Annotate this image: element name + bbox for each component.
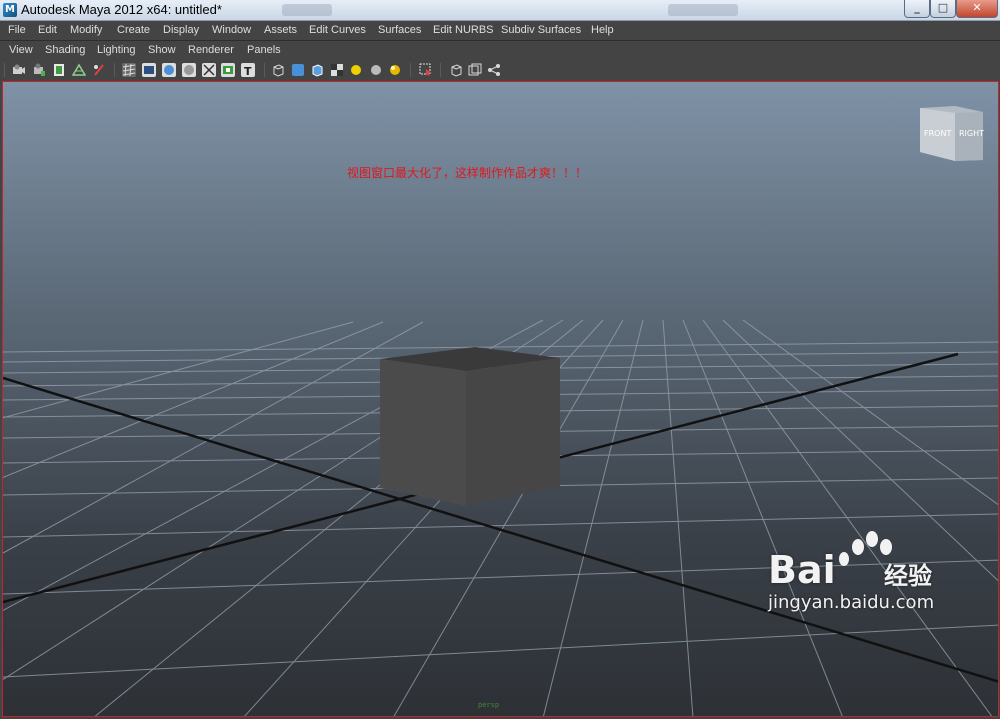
menu-edit-curves[interactable]: Edit Curves — [309, 24, 366, 36]
baidu-brand-text: Bai — [768, 548, 836, 592]
panel-menu-panels[interactable]: Panels — [247, 44, 281, 56]
camera-name-label: persp — [478, 701, 500, 709]
isolate-select-icon[interactable] — [419, 63, 433, 77]
panel-menu-bar: View Shading Lighting Show Renderer Pane… — [0, 41, 1000, 60]
resolution-gate-icon[interactable] — [162, 63, 176, 77]
main-menu-bar: File Edit Modify Create Display Window A… — [0, 21, 1000, 41]
wireframe-icon[interactable] — [271, 63, 285, 77]
watermark-url: jingyan.baidu.com — [768, 592, 935, 613]
minimize-button[interactable]: _ — [904, 0, 930, 18]
toolbar-separator — [410, 63, 411, 77]
xray-joints-icon[interactable] — [468, 63, 482, 77]
all-lights-icon[interactable] — [388, 63, 402, 77]
menu-modify[interactable]: Modify — [70, 24, 102, 36]
grid-icon[interactable] — [122, 63, 136, 77]
textured-icon[interactable] — [330, 63, 344, 77]
image-plane-icon[interactable] — [52, 63, 66, 77]
svg-text:T: T — [244, 65, 252, 77]
maya-app-icon[interactable]: M — [3, 3, 17, 17]
window-title: Autodesk Maya 2012 x64: untitled* — [21, 2, 222, 17]
close-button[interactable]: ✕ — [956, 0, 998, 18]
view-cube[interactable]: FRONT RIGHT — [920, 106, 984, 161]
baidu-jingyan-text: 经验 — [884, 562, 932, 590]
smooth-shade-icon[interactable] — [291, 63, 305, 77]
title-bar-blur — [668, 4, 738, 16]
viewport-annotation-text: 视图窗口最大化了，这样制作作品才爽！！！ — [347, 166, 588, 180]
toolbar-separator — [4, 63, 5, 77]
title-bar: M Autodesk Maya 2012 x64: untitled* _ □ … — [0, 0, 1000, 21]
camera-attributes-icon[interactable] — [12, 63, 26, 77]
menu-display[interactable]: Display — [163, 24, 199, 36]
safe-title-icon[interactable]: T — [241, 63, 255, 77]
xray-components-icon[interactable] — [487, 63, 501, 77]
toolbar-separator — [114, 63, 115, 77]
gate-mask-icon[interactable] — [182, 63, 196, 77]
polygon-cube[interactable] — [380, 347, 560, 506]
viewcube-front-label: FRONT — [924, 129, 951, 138]
menu-file[interactable]: File — [8, 24, 26, 36]
wireframe-on-shaded-icon[interactable] — [310, 63, 324, 77]
panel-menu-lighting[interactable]: Lighting — [97, 44, 136, 56]
toolbar-separator — [440, 63, 441, 77]
viewcube-right-label: RIGHT — [959, 129, 984, 138]
xray-icon[interactable] — [449, 63, 463, 77]
panel-menu-show[interactable]: Show — [148, 44, 176, 56]
menu-surfaces[interactable]: Surfaces — [378, 24, 421, 36]
toolbar-separator — [264, 63, 265, 77]
safe-action-icon[interactable] — [221, 63, 235, 77]
menu-create[interactable]: Create — [117, 24, 150, 36]
default-lighting-icon[interactable] — [349, 63, 363, 77]
bookmark-camera-icon[interactable] — [32, 63, 46, 77]
panel-menu-view[interactable]: View — [9, 44, 33, 56]
field-chart-icon[interactable] — [202, 63, 216, 77]
menu-edit[interactable]: Edit — [38, 24, 57, 36]
maximize-button[interactable]: □ — [930, 0, 956, 18]
menu-window[interactable]: Window — [212, 24, 251, 36]
menu-subdiv-surfaces[interactable]: Subdiv Surfaces — [501, 24, 581, 36]
menu-edit-nurbs[interactable]: Edit NURBS — [433, 24, 494, 36]
menu-assets[interactable]: Assets — [264, 24, 297, 36]
panel-toolbar: T — [0, 60, 1000, 80]
title-bar-blur — [282, 4, 332, 16]
grease-pencil-icon[interactable] — [92, 63, 106, 77]
shadows-icon[interactable] — [369, 63, 383, 77]
film-gate-icon[interactable] — [142, 63, 156, 77]
menu-help[interactable]: Help — [591, 24, 614, 36]
panel-menu-shading[interactable]: Shading — [45, 44, 85, 56]
panel-menu-renderer[interactable]: Renderer — [188, 44, 234, 56]
2d-pan-zoom-icon[interactable] — [72, 63, 86, 77]
